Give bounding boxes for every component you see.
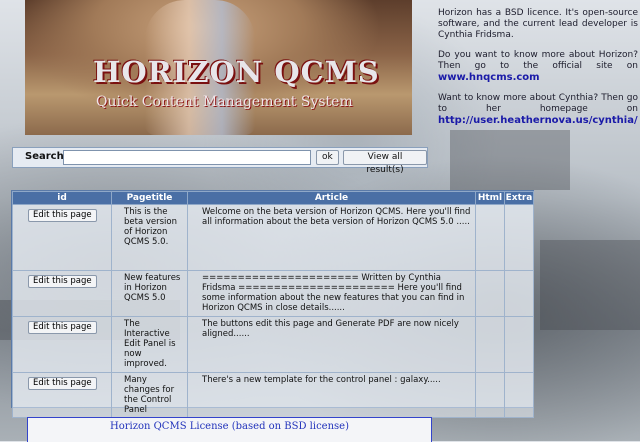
edit-page-button[interactable]: Edit this page <box>28 321 97 334</box>
cynthia-info: Want to know more about Cynthia? Then go… <box>438 93 638 127</box>
banner-image: HORIZON QCMS Quick Content Management Sy… <box>25 0 412 135</box>
extra-cell <box>504 372 534 418</box>
column-header-id: id <box>12 191 112 205</box>
search-label: Search <box>25 151 64 162</box>
pagetitle-cell: Many changes for the Control Panel <box>111 372 188 418</box>
html-cell <box>475 372 505 418</box>
horizon-info: Do you want to know more about Horizon? … <box>438 50 638 84</box>
licence-text: Horizon has a BSD licence. It's open-sou… <box>438 8 638 40</box>
info-panel: Horizon has a BSD licence. It's open-sou… <box>438 8 638 136</box>
background-station-part <box>540 240 640 330</box>
table-row: Edit this page The Interactive Edit Pane… <box>12 316 534 373</box>
column-header-extra: Extra <box>504 191 534 205</box>
edit-page-button[interactable]: Edit this page <box>28 209 97 222</box>
pagetitle-cell: The Interactive Edit Panel is now improv… <box>111 316 188 373</box>
extra-cell <box>504 204 534 271</box>
pagetitle-cell: New features in Horizon QCMS 5.0 <box>111 270 188 317</box>
view-all-results-button[interactable]: View all result(s) <box>343 150 427 175</box>
banner-title: HORIZON QCMS <box>93 55 380 89</box>
column-header-pagetitle: Pagetitle <box>111 191 188 205</box>
license-box: Horizon QCMS License (based on BSD licen… <box>27 417 432 442</box>
search-bar: Search ok View all result(s) <box>12 147 428 175</box>
cynthia-info-text: Want to know more about Cynthia? Then go… <box>438 93 638 114</box>
id-cell: Edit this page <box>12 316 112 373</box>
horizon-info-text: Do you want to know more about Horizon? … <box>438 50 638 71</box>
edit-page-button[interactable]: Edit this page <box>28 275 97 288</box>
extra-cell <box>504 316 534 373</box>
table-row: Edit this page Many changes for the Cont… <box>12 372 534 418</box>
article-cell: ====================== Written by Cynthi… <box>187 270 476 317</box>
id-cell: Edit this page <box>12 204 112 271</box>
ok-button[interactable]: ok <box>316 150 339 165</box>
html-cell <box>475 204 505 271</box>
background-station-part <box>450 130 570 190</box>
search-input[interactable] <box>63 150 311 165</box>
column-header-html: Html <box>475 191 505 205</box>
table-row: Edit this page New features in Horizon Q… <box>12 270 534 317</box>
id-cell: Edit this page <box>12 270 112 317</box>
html-cell <box>475 316 505 373</box>
hnqcms-link[interactable]: www.hnqcms.com <box>438 72 540 83</box>
article-cell: Welcome on the beta version of Horizon Q… <box>187 204 476 271</box>
column-header-article: Article <box>187 191 476 205</box>
pages-table: id Pagetitle Article Html Extra Edit thi… <box>11 190 534 418</box>
article-cell: The buttons edit this page and Generate … <box>187 316 476 373</box>
table-row: Edit this page This is the beta version … <box>12 204 534 271</box>
cynthia-homepage-link[interactable]: http://user.heathernova.us/cynthia/ <box>438 115 638 126</box>
article-cell: There's a new template for the control p… <box>187 372 476 418</box>
license-title: Horizon QCMS License (based on BSD licen… <box>109 421 349 432</box>
pagetitle-cell: This is the beta version of Horizon QCMS… <box>111 204 188 271</box>
html-cell <box>475 270 505 317</box>
id-cell: Edit this page <box>12 372 112 418</box>
extra-cell <box>504 270 534 317</box>
edit-page-button[interactable]: Edit this page <box>28 377 97 390</box>
banner-subtitle: Quick Content Management System <box>96 94 353 110</box>
